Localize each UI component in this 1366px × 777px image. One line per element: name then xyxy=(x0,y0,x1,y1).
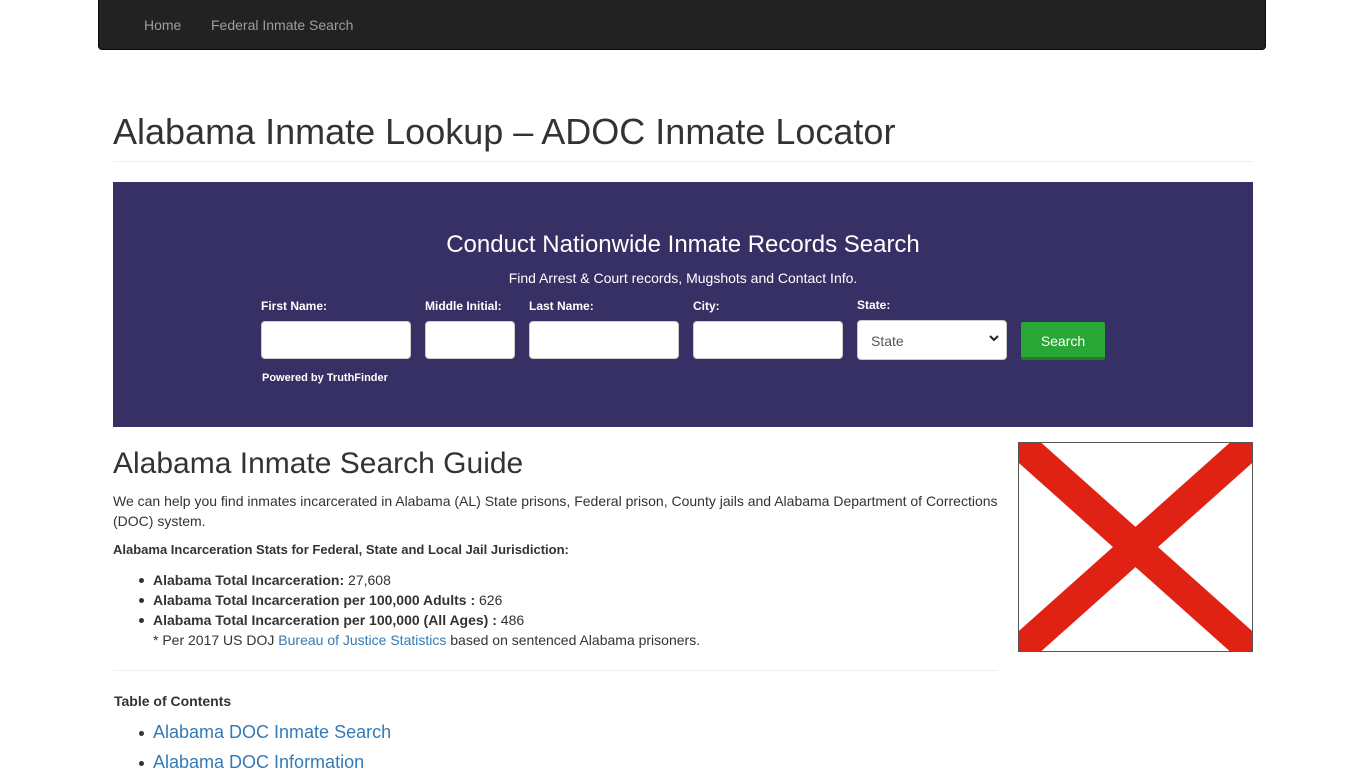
title-divider xyxy=(113,161,1253,162)
bullet-icon xyxy=(139,618,144,623)
guide-heading: Alabama Inmate Search Guide xyxy=(113,447,524,480)
last-name-label: Last Name: xyxy=(529,299,594,313)
alabama-flag-icon xyxy=(1018,442,1253,652)
bullet-icon xyxy=(139,761,144,766)
stat-value: 27,608 xyxy=(344,572,391,588)
search-panel-subheading: Find Arrest & Court records, Mugshots an… xyxy=(508,270,858,286)
bullet-icon xyxy=(139,731,144,736)
top-navbar: Home Federal Inmate Search xyxy=(98,0,1266,50)
list-item: Alabama Total Incarceration per 100,000 … xyxy=(139,610,700,630)
middle-initial-label: Middle Initial: xyxy=(425,299,502,313)
city-input[interactable] xyxy=(693,321,843,359)
stat-label: Alabama Total Incarceration per 100,000 … xyxy=(153,612,497,628)
stat-value: 626 xyxy=(475,592,503,608)
first-name-input[interactable] xyxy=(261,321,411,359)
toc-heading: Table of Contents xyxy=(114,693,232,709)
toc-list: Alabama DOC Inmate Search Alabama DOC In… xyxy=(139,717,391,777)
nav-home-link[interactable]: Home xyxy=(144,17,181,33)
stat-label: Alabama Total Incarceration per 100,000 … xyxy=(153,592,476,608)
list-item: Alabama DOC Information xyxy=(139,747,391,777)
stats-list: Alabama Total Incarceration: 27,608 Alab… xyxy=(139,570,700,650)
last-name-input[interactable] xyxy=(529,321,679,359)
middle-initial-input[interactable] xyxy=(425,321,515,359)
stats-heading: Alabama Incarceration Stats for Federal,… xyxy=(113,542,569,557)
source-suffix: based on sentenced Alabama prisoners. xyxy=(446,632,701,648)
city-label: City: xyxy=(693,299,720,313)
stat-label: Alabama Total Incarceration: xyxy=(153,572,345,588)
state-label: State: xyxy=(857,298,891,312)
first-name-label: First Name: xyxy=(261,299,328,313)
search-button[interactable]: Search xyxy=(1021,322,1105,360)
bullet-icon xyxy=(139,578,144,583)
toc-link-doc-information[interactable]: Alabama DOC Information xyxy=(153,752,364,772)
bullet-icon xyxy=(139,598,144,603)
intro-paragraph: We can help you find inmates incarcerate… xyxy=(113,493,998,529)
source-prefix: * Per 2017 US DOJ xyxy=(153,632,279,648)
state-select[interactable]: State xyxy=(857,320,1007,360)
toc-link-doc-inmate-search[interactable]: Alabama DOC Inmate Search xyxy=(153,722,391,742)
page-title: Alabama Inmate Lookup – ADOC Inmate Loca… xyxy=(113,111,896,152)
inmate-search-panel: Conduct Nationwide Inmate Records Search… xyxy=(113,182,1253,427)
source-note: * Per 2017 US DOJ Bureau of Justice Stat… xyxy=(153,630,700,650)
bjs-link[interactable]: Bureau of Justice Statistics xyxy=(278,632,446,648)
list-item: Alabama Total Incarceration per 100,000 … xyxy=(139,590,700,610)
state-select-value: State xyxy=(871,333,904,349)
stat-value: 486 xyxy=(496,612,525,628)
content-divider xyxy=(113,670,998,671)
flag-cross-icon xyxy=(1019,443,1252,651)
chevron-down-icon xyxy=(989,335,999,342)
powered-by-text: Powered by TruthFinder xyxy=(262,372,388,384)
nav-federal-inmate-search-link[interactable]: Federal Inmate Search xyxy=(211,17,353,33)
search-panel-heading: Conduct Nationwide Inmate Records Search xyxy=(446,231,920,258)
list-item: Alabama Total Incarceration: 27,608 xyxy=(139,570,700,590)
list-item: Alabama DOC Inmate Search xyxy=(139,717,391,747)
